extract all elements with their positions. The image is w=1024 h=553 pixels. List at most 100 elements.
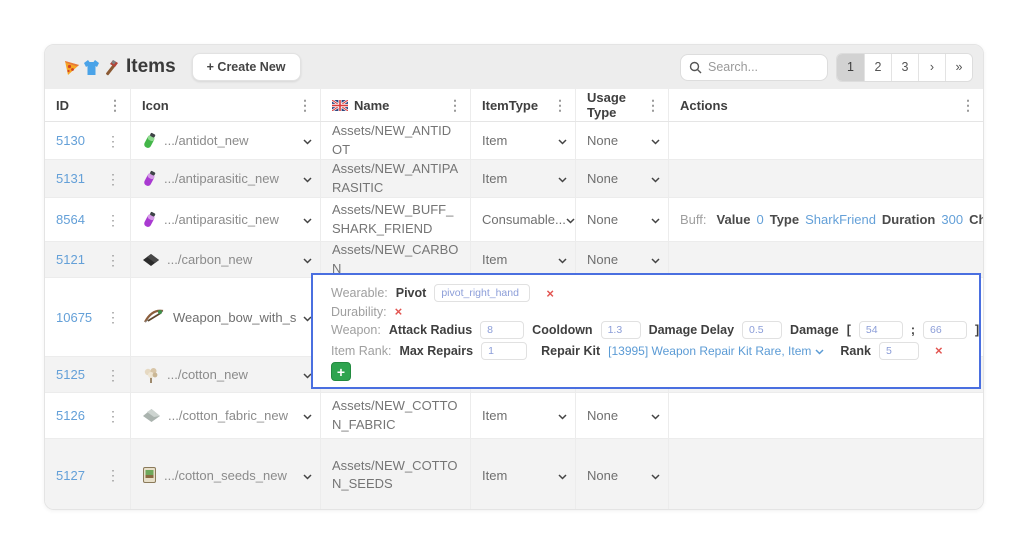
- chevron-down-icon: [651, 468, 660, 483]
- search-icon: [689, 61, 702, 74]
- column-menu-icon[interactable]: ⋮: [644, 98, 662, 112]
- page-last-button[interactable]: »: [945, 54, 972, 81]
- page-title: Items: [126, 56, 176, 78]
- actions-cell: [669, 160, 983, 197]
- usagetype-select[interactable]: None: [576, 393, 669, 438]
- usagetype-select[interactable]: None: [576, 160, 669, 197]
- buff-value-link[interactable]: 0: [756, 212, 763, 227]
- column-header-icon[interactable]: Icon⋮: [131, 89, 321, 121]
- row-id-link[interactable]: 5130: [56, 133, 85, 148]
- row-menu-icon[interactable]: ⋮: [104, 253, 122, 267]
- row-id-link[interactable]: 5131: [56, 171, 85, 186]
- seeds-icon: [142, 466, 157, 484]
- page-button-3[interactable]: 3: [891, 54, 918, 81]
- column-menu-icon[interactable]: ⋮: [106, 98, 124, 112]
- row-menu-icon[interactable]: ⋮: [104, 409, 122, 423]
- uk-flag-icon: [332, 100, 348, 111]
- column-header-itemtype[interactable]: ItemType⋮: [471, 89, 576, 121]
- damage-delay-input[interactable]: [742, 321, 782, 339]
- usagetype-select[interactable]: None: [576, 242, 669, 277]
- column-header-actions[interactable]: Actions⋮: [669, 89, 983, 121]
- cooldown-input[interactable]: [601, 321, 641, 339]
- items-panel: Items + Create New 1 2 3 › » ID⋮ Icon⋮ N…: [44, 44, 984, 510]
- repair-kit-link[interactable]: [13995] Weapon Repair Kit Rare, Item: [608, 344, 824, 358]
- page-next-button[interactable]: ›: [918, 54, 945, 81]
- purple-vial-icon: [142, 211, 157, 229]
- carbon-icon: [142, 253, 160, 267]
- chevron-down-icon: [566, 212, 575, 227]
- column-menu-icon[interactable]: ⋮: [446, 98, 464, 112]
- row-id-link[interactable]: 8564: [56, 212, 85, 227]
- green-vial-icon: [142, 132, 157, 150]
- remove-wearable-icon[interactable]: ×: [546, 287, 554, 300]
- rank-input[interactable]: [879, 342, 919, 360]
- row-menu-icon[interactable]: ⋮: [104, 368, 122, 382]
- column-menu-icon[interactable]: ⋮: [959, 98, 977, 112]
- buff-duration-link[interactable]: 300: [941, 212, 963, 227]
- itemtype-select[interactable]: Item: [471, 160, 576, 197]
- icon-select[interactable]: Weapon_bow_with_scope: [131, 278, 321, 356]
- icon-select[interactable]: .../antiparasitic_new: [131, 160, 321, 197]
- column-header-name[interactable]: Name ⋮: [321, 89, 471, 121]
- icon-select[interactable]: .../cotton_fabric_new: [131, 393, 321, 438]
- chevron-down-icon: [303, 171, 312, 186]
- itemtype-select[interactable]: Item: [471, 393, 576, 438]
- usagetype-select[interactable]: None: [576, 122, 669, 159]
- page-button-2[interactable]: 2: [864, 54, 891, 81]
- remove-durability-icon[interactable]: ×: [395, 305, 403, 318]
- usagetype-select[interactable]: None: [576, 439, 669, 510]
- row-id-link[interactable]: 10675: [56, 310, 92, 325]
- search-box[interactable]: [680, 54, 828, 81]
- icon-select[interactable]: .../carbon_new: [131, 242, 321, 277]
- row-id-link[interactable]: 5126: [56, 408, 85, 423]
- row-menu-icon[interactable]: ⋮: [104, 134, 122, 148]
- item-rank-line: Item Rank: Max Repairs Repair Kit [13995…: [331, 342, 967, 360]
- icon-select[interactable]: .../antiparasitic_new: [131, 198, 321, 241]
- search-input[interactable]: [708, 60, 819, 74]
- weapon-line: Weapon: Attack Radius Cooldown Damage De…: [331, 321, 967, 339]
- column-menu-icon[interactable]: ⋮: [296, 98, 314, 112]
- chevron-down-icon: [558, 252, 567, 267]
- row-menu-icon[interactable]: ⋮: [104, 310, 122, 324]
- remove-item-rank-icon[interactable]: ×: [935, 344, 943, 357]
- row-id-link[interactable]: 5125: [56, 367, 85, 382]
- icon-select[interactable]: .../cotton_seeds_new: [131, 439, 321, 510]
- row-id-link[interactable]: 5121: [56, 252, 85, 267]
- column-menu-icon[interactable]: ⋮: [551, 98, 569, 112]
- max-repairs-input[interactable]: [481, 342, 527, 360]
- fabric-icon: [142, 408, 161, 423]
- chevron-down-icon: [651, 171, 660, 186]
- axe-icon: [102, 59, 119, 76]
- table-row: 5131⋮ .../antiparasitic_new Assets/NEW_A…: [45, 160, 983, 198]
- attack-radius-input[interactable]: [480, 321, 524, 339]
- row-menu-icon[interactable]: ⋮: [104, 468, 122, 482]
- buff-type-link[interactable]: SharkFriend: [805, 212, 876, 227]
- durability-line: Durability: ×: [331, 305, 967, 319]
- create-new-button[interactable]: + Create New: [192, 53, 301, 81]
- row-menu-icon[interactable]: ⋮: [104, 213, 122, 227]
- itemtype-select[interactable]: Item: [471, 122, 576, 159]
- chevron-down-icon: [815, 344, 824, 358]
- chevron-down-icon: [651, 212, 660, 227]
- column-header-usagetype[interactable]: Usage Type⋮: [576, 89, 669, 121]
- chevron-down-icon: [303, 252, 312, 267]
- itemtype-select[interactable]: Item: [471, 439, 576, 510]
- table-row: 8564⋮ .../antiparasitic_new Assets/NEW_B…: [45, 198, 983, 242]
- icon-select[interactable]: .../antidot_new: [131, 122, 321, 159]
- icon-select[interactable]: .../cotton_new: [131, 357, 321, 392]
- page-button-1[interactable]: 1: [837, 54, 864, 81]
- column-header-id[interactable]: ID⋮: [45, 89, 131, 121]
- row-id-link[interactable]: 5127: [56, 468, 85, 483]
- damage-min-input[interactable]: [859, 321, 903, 339]
- usagetype-select[interactable]: None: [576, 198, 669, 241]
- chevron-down-icon: [558, 133, 567, 148]
- add-property-button[interactable]: +: [331, 362, 351, 381]
- row-menu-icon[interactable]: ⋮: [104, 172, 122, 186]
- chevron-down-icon: [651, 252, 660, 267]
- bow-icon: [142, 307, 166, 327]
- damage-max-input[interactable]: [923, 321, 967, 339]
- pivot-input[interactable]: [434, 284, 530, 302]
- pagination: 1 2 3 › »: [836, 53, 973, 82]
- itemtype-select[interactable]: Consumable...: [471, 198, 576, 241]
- itemtype-select[interactable]: Item: [471, 242, 576, 277]
